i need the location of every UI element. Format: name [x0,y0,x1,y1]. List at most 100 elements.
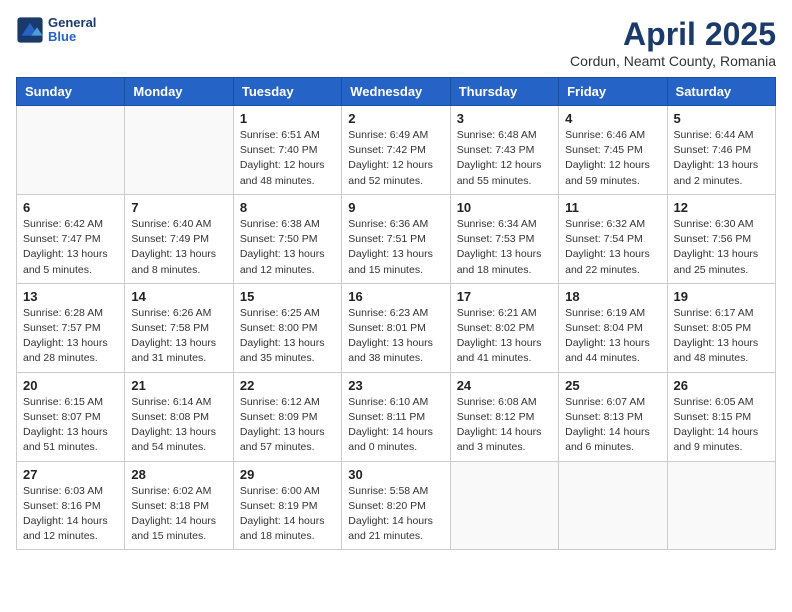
calendar-week-3: 13 Sunrise: 6:28 AM Sunset: 7:57 PM Dayli… [17,283,776,372]
calendar-cell [17,106,125,195]
calendar-cell: 27 Sunrise: 6:03 AM Sunset: 8:16 PM Dayli… [17,461,125,550]
day-number: 4 [565,111,660,126]
page-header: General Blue April 2025 Cordun, Neamt Co… [16,16,776,69]
calendar-cell: 30 Sunrise: 5:58 AM Sunset: 8:20 PM Dayli… [342,461,450,550]
day-number: 29 [240,467,335,482]
day-info: Sunrise: 6:28 AM Sunset: 7:57 PM Dayligh… [23,306,118,367]
title-block: April 2025 Cordun, Neamt County, Romania [570,16,776,69]
day-info: Sunrise: 6:26 AM Sunset: 7:58 PM Dayligh… [131,306,226,367]
calendar-cell: 7 Sunrise: 6:40 AM Sunset: 7:49 PM Daylig… [125,194,233,283]
day-number: 10 [457,200,552,215]
day-number: 14 [131,289,226,304]
day-number: 11 [565,200,660,215]
day-info: Sunrise: 5:58 AM Sunset: 8:20 PM Dayligh… [348,484,443,545]
day-number: 25 [565,378,660,393]
calendar-week-5: 27 Sunrise: 6:03 AM Sunset: 8:16 PM Dayli… [17,461,776,550]
day-info: Sunrise: 6:40 AM Sunset: 7:49 PM Dayligh… [131,217,226,278]
day-number: 6 [23,200,118,215]
day-info: Sunrise: 6:12 AM Sunset: 8:09 PM Dayligh… [240,395,335,456]
day-number: 17 [457,289,552,304]
calendar-cell: 23 Sunrise: 6:10 AM Sunset: 8:11 PM Dayli… [342,372,450,461]
day-info: Sunrise: 6:03 AM Sunset: 8:16 PM Dayligh… [23,484,118,545]
day-info: Sunrise: 6:00 AM Sunset: 8:19 PM Dayligh… [240,484,335,545]
day-info: Sunrise: 6:44 AM Sunset: 7:46 PM Dayligh… [674,128,769,189]
calendar-cell [125,106,233,195]
logo-line2: Blue [48,30,96,44]
subtitle: Cordun, Neamt County, Romania [570,53,776,69]
weekday-header-row: SundayMondayTuesdayWednesdayThursdayFrid… [17,78,776,106]
calendar-cell: 1Sunrise: 6:51 AM Sunset: 7:40 PM Daylig… [233,106,341,195]
calendar-week-2: 6 Sunrise: 6:42 AM Sunset: 7:47 PM Daylig… [17,194,776,283]
day-info: Sunrise: 6:10 AM Sunset: 8:11 PM Dayligh… [348,395,443,456]
weekday-header-friday: Friday [559,78,667,106]
weekday-header-sunday: Sunday [17,78,125,106]
calendar-cell: 29 Sunrise: 6:00 AM Sunset: 8:19 PM Dayli… [233,461,341,550]
main-title: April 2025 [570,16,776,53]
day-info: Sunrise: 6:25 AM Sunset: 8:00 PM Dayligh… [240,306,335,367]
day-number: 8 [240,200,335,215]
logo-text: General Blue [48,16,96,45]
day-number: 3 [457,111,552,126]
calendar-cell: 21Sunrise: 6:14 AM Sunset: 8:08 PM Dayli… [125,372,233,461]
day-number: 22 [240,378,335,393]
calendar-week-1: 1Sunrise: 6:51 AM Sunset: 7:40 PM Daylig… [17,106,776,195]
day-info: Sunrise: 6:21 AM Sunset: 8:02 PM Dayligh… [457,306,552,367]
day-number: 16 [348,289,443,304]
calendar-cell: 28 Sunrise: 6:02 AM Sunset: 8:18 PM Dayli… [125,461,233,550]
calendar-cell [559,461,667,550]
day-info: Sunrise: 6:49 AM Sunset: 7:42 PM Dayligh… [348,128,443,189]
day-number: 13 [23,289,118,304]
logo: General Blue [16,16,96,45]
day-number: 18 [565,289,660,304]
day-info: Sunrise: 6:23 AM Sunset: 8:01 PM Dayligh… [348,306,443,367]
day-number: 30 [348,467,443,482]
calendar-cell: 13 Sunrise: 6:28 AM Sunset: 7:57 PM Dayli… [17,283,125,372]
calendar-cell [450,461,558,550]
day-number: 7 [131,200,226,215]
day-info: Sunrise: 6:32 AM Sunset: 7:54 PM Dayligh… [565,217,660,278]
day-number: 20 [23,378,118,393]
calendar-cell: 20 Sunrise: 6:15 AM Sunset: 8:07 PM Dayli… [17,372,125,461]
day-info: Sunrise: 6:02 AM Sunset: 8:18 PM Dayligh… [131,484,226,545]
calendar-cell: 26Sunrise: 6:05 AM Sunset: 8:15 PM Dayli… [667,372,775,461]
day-info: Sunrise: 6:17 AM Sunset: 8:05 PM Dayligh… [674,306,769,367]
calendar-cell [667,461,775,550]
calendar-cell: 22 Sunrise: 6:12 AM Sunset: 8:09 PM Dayli… [233,372,341,461]
day-info: Sunrise: 6:07 AM Sunset: 8:13 PM Dayligh… [565,395,660,456]
weekday-header-saturday: Saturday [667,78,775,106]
weekday-header-thursday: Thursday [450,78,558,106]
calendar-cell: 3Sunrise: 6:48 AM Sunset: 7:43 PM Daylig… [450,106,558,195]
calendar-cell: 19Sunrise: 6:17 AM Sunset: 8:05 PM Dayli… [667,283,775,372]
weekday-header-monday: Monday [125,78,233,106]
day-info: Sunrise: 6:14 AM Sunset: 8:08 PM Dayligh… [131,395,226,456]
day-number: 2 [348,111,443,126]
calendar-cell: 17 Sunrise: 6:21 AM Sunset: 8:02 PM Dayli… [450,283,558,372]
logo-line1: General [48,16,96,30]
calendar-cell: 15 Sunrise: 6:25 AM Sunset: 8:00 PM Dayli… [233,283,341,372]
calendar-cell: 12Sunrise: 6:30 AM Sunset: 7:56 PM Dayli… [667,194,775,283]
day-info: Sunrise: 6:08 AM Sunset: 8:12 PM Dayligh… [457,395,552,456]
calendar-cell: 16 Sunrise: 6:23 AM Sunset: 8:01 PM Dayli… [342,283,450,372]
day-number: 23 [348,378,443,393]
calendar-cell: 4Sunrise: 6:46 AM Sunset: 7:45 PM Daylig… [559,106,667,195]
day-info: Sunrise: 6:15 AM Sunset: 8:07 PM Dayligh… [23,395,118,456]
calendar-cell: 11 Sunrise: 6:32 AM Sunset: 7:54 PM Dayli… [559,194,667,283]
calendar-cell: 18 Sunrise: 6:19 AM Sunset: 8:04 PM Dayli… [559,283,667,372]
calendar-cell: 24Sunrise: 6:08 AM Sunset: 8:12 PM Dayli… [450,372,558,461]
day-info: Sunrise: 6:34 AM Sunset: 7:53 PM Dayligh… [457,217,552,278]
calendar-cell: 10 Sunrise: 6:34 AM Sunset: 7:53 PM Dayli… [450,194,558,283]
day-number: 1 [240,111,335,126]
calendar-cell: 6 Sunrise: 6:42 AM Sunset: 7:47 PM Daylig… [17,194,125,283]
day-info: Sunrise: 6:05 AM Sunset: 8:15 PM Dayligh… [674,395,769,456]
weekday-header-tuesday: Tuesday [233,78,341,106]
day-info: Sunrise: 6:38 AM Sunset: 7:50 PM Dayligh… [240,217,335,278]
day-info: Sunrise: 6:19 AM Sunset: 8:04 PM Dayligh… [565,306,660,367]
day-number: 15 [240,289,335,304]
weekday-header-wednesday: Wednesday [342,78,450,106]
day-info: Sunrise: 6:42 AM Sunset: 7:47 PM Dayligh… [23,217,118,278]
calendar-cell: 9Sunrise: 6:36 AM Sunset: 7:51 PM Daylig… [342,194,450,283]
logo-icon [16,16,44,44]
day-number: 28 [131,467,226,482]
day-number: 27 [23,467,118,482]
day-info: Sunrise: 6:30 AM Sunset: 7:56 PM Dayligh… [674,217,769,278]
